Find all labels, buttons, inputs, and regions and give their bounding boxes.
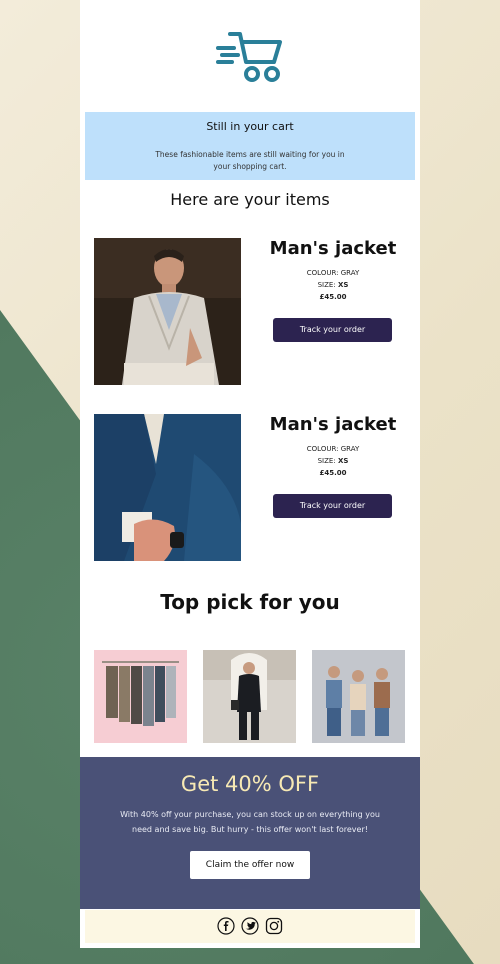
promo-section: Get 40% OFF With 40% off your purchase, … bbox=[80, 757, 420, 909]
track-order-button[interactable]: Track your order bbox=[273, 318, 392, 342]
top-pick-image-clothes-rack[interactable] bbox=[94, 650, 187, 743]
promo-headline: Get 40% OFF bbox=[180, 772, 320, 796]
product-name: Man's jacket bbox=[269, 414, 397, 435]
facebook-icon[interactable] bbox=[217, 917, 235, 935]
colour-label: COLOUR: bbox=[306, 269, 339, 277]
product-price: £45.00 bbox=[319, 293, 347, 301]
banner-title: Still in your cart bbox=[206, 120, 294, 133]
cart-reminder-banner: Still in your cart These fashionable ite… bbox=[85, 112, 415, 180]
claim-offer-button[interactable]: Claim the offer now bbox=[190, 851, 310, 879]
size-label: SIZE: bbox=[317, 281, 336, 289]
colour-value: GRAY bbox=[340, 269, 360, 277]
shopping-cart-icon bbox=[216, 32, 282, 82]
product-size: SIZE: XS bbox=[263, 281, 403, 289]
footer-social bbox=[85, 910, 415, 943]
instagram-icon[interactable] bbox=[265, 917, 283, 935]
colour-label: COLOUR: bbox=[306, 445, 339, 453]
track-order-button[interactable]: Track your order bbox=[273, 494, 392, 518]
email-card: Still in your cart These fashionable ite… bbox=[80, 0, 420, 948]
items-heading: Here are your items bbox=[170, 190, 330, 209]
top-pick-image-three-men[interactable] bbox=[312, 650, 405, 743]
banner-message: These fashionable items are still waitin… bbox=[155, 150, 345, 171]
product-image-man-jacket-gray[interactable] bbox=[94, 238, 241, 385]
product-colour: COLOUR: GRAY bbox=[263, 269, 403, 277]
promo-body: With 40% off your purchase, you can stoc… bbox=[120, 810, 380, 834]
product-size: SIZE: XS bbox=[263, 457, 403, 465]
top-pick-heading: Top pick for you bbox=[160, 590, 340, 614]
size-label: SIZE: bbox=[317, 457, 336, 465]
size-value: XS bbox=[337, 457, 349, 465]
colour-value: GRAY bbox=[340, 445, 360, 453]
product-price: £45.00 bbox=[319, 469, 347, 477]
top-pick-image-man-in-suit[interactable] bbox=[203, 650, 296, 743]
product-colour: COLOUR: GRAY bbox=[263, 445, 403, 453]
product-image-man-jacket-blue[interactable] bbox=[94, 414, 241, 561]
twitter-icon[interactable] bbox=[241, 917, 259, 935]
size-value: XS bbox=[337, 281, 349, 289]
product-name: Man's jacket bbox=[269, 238, 397, 259]
